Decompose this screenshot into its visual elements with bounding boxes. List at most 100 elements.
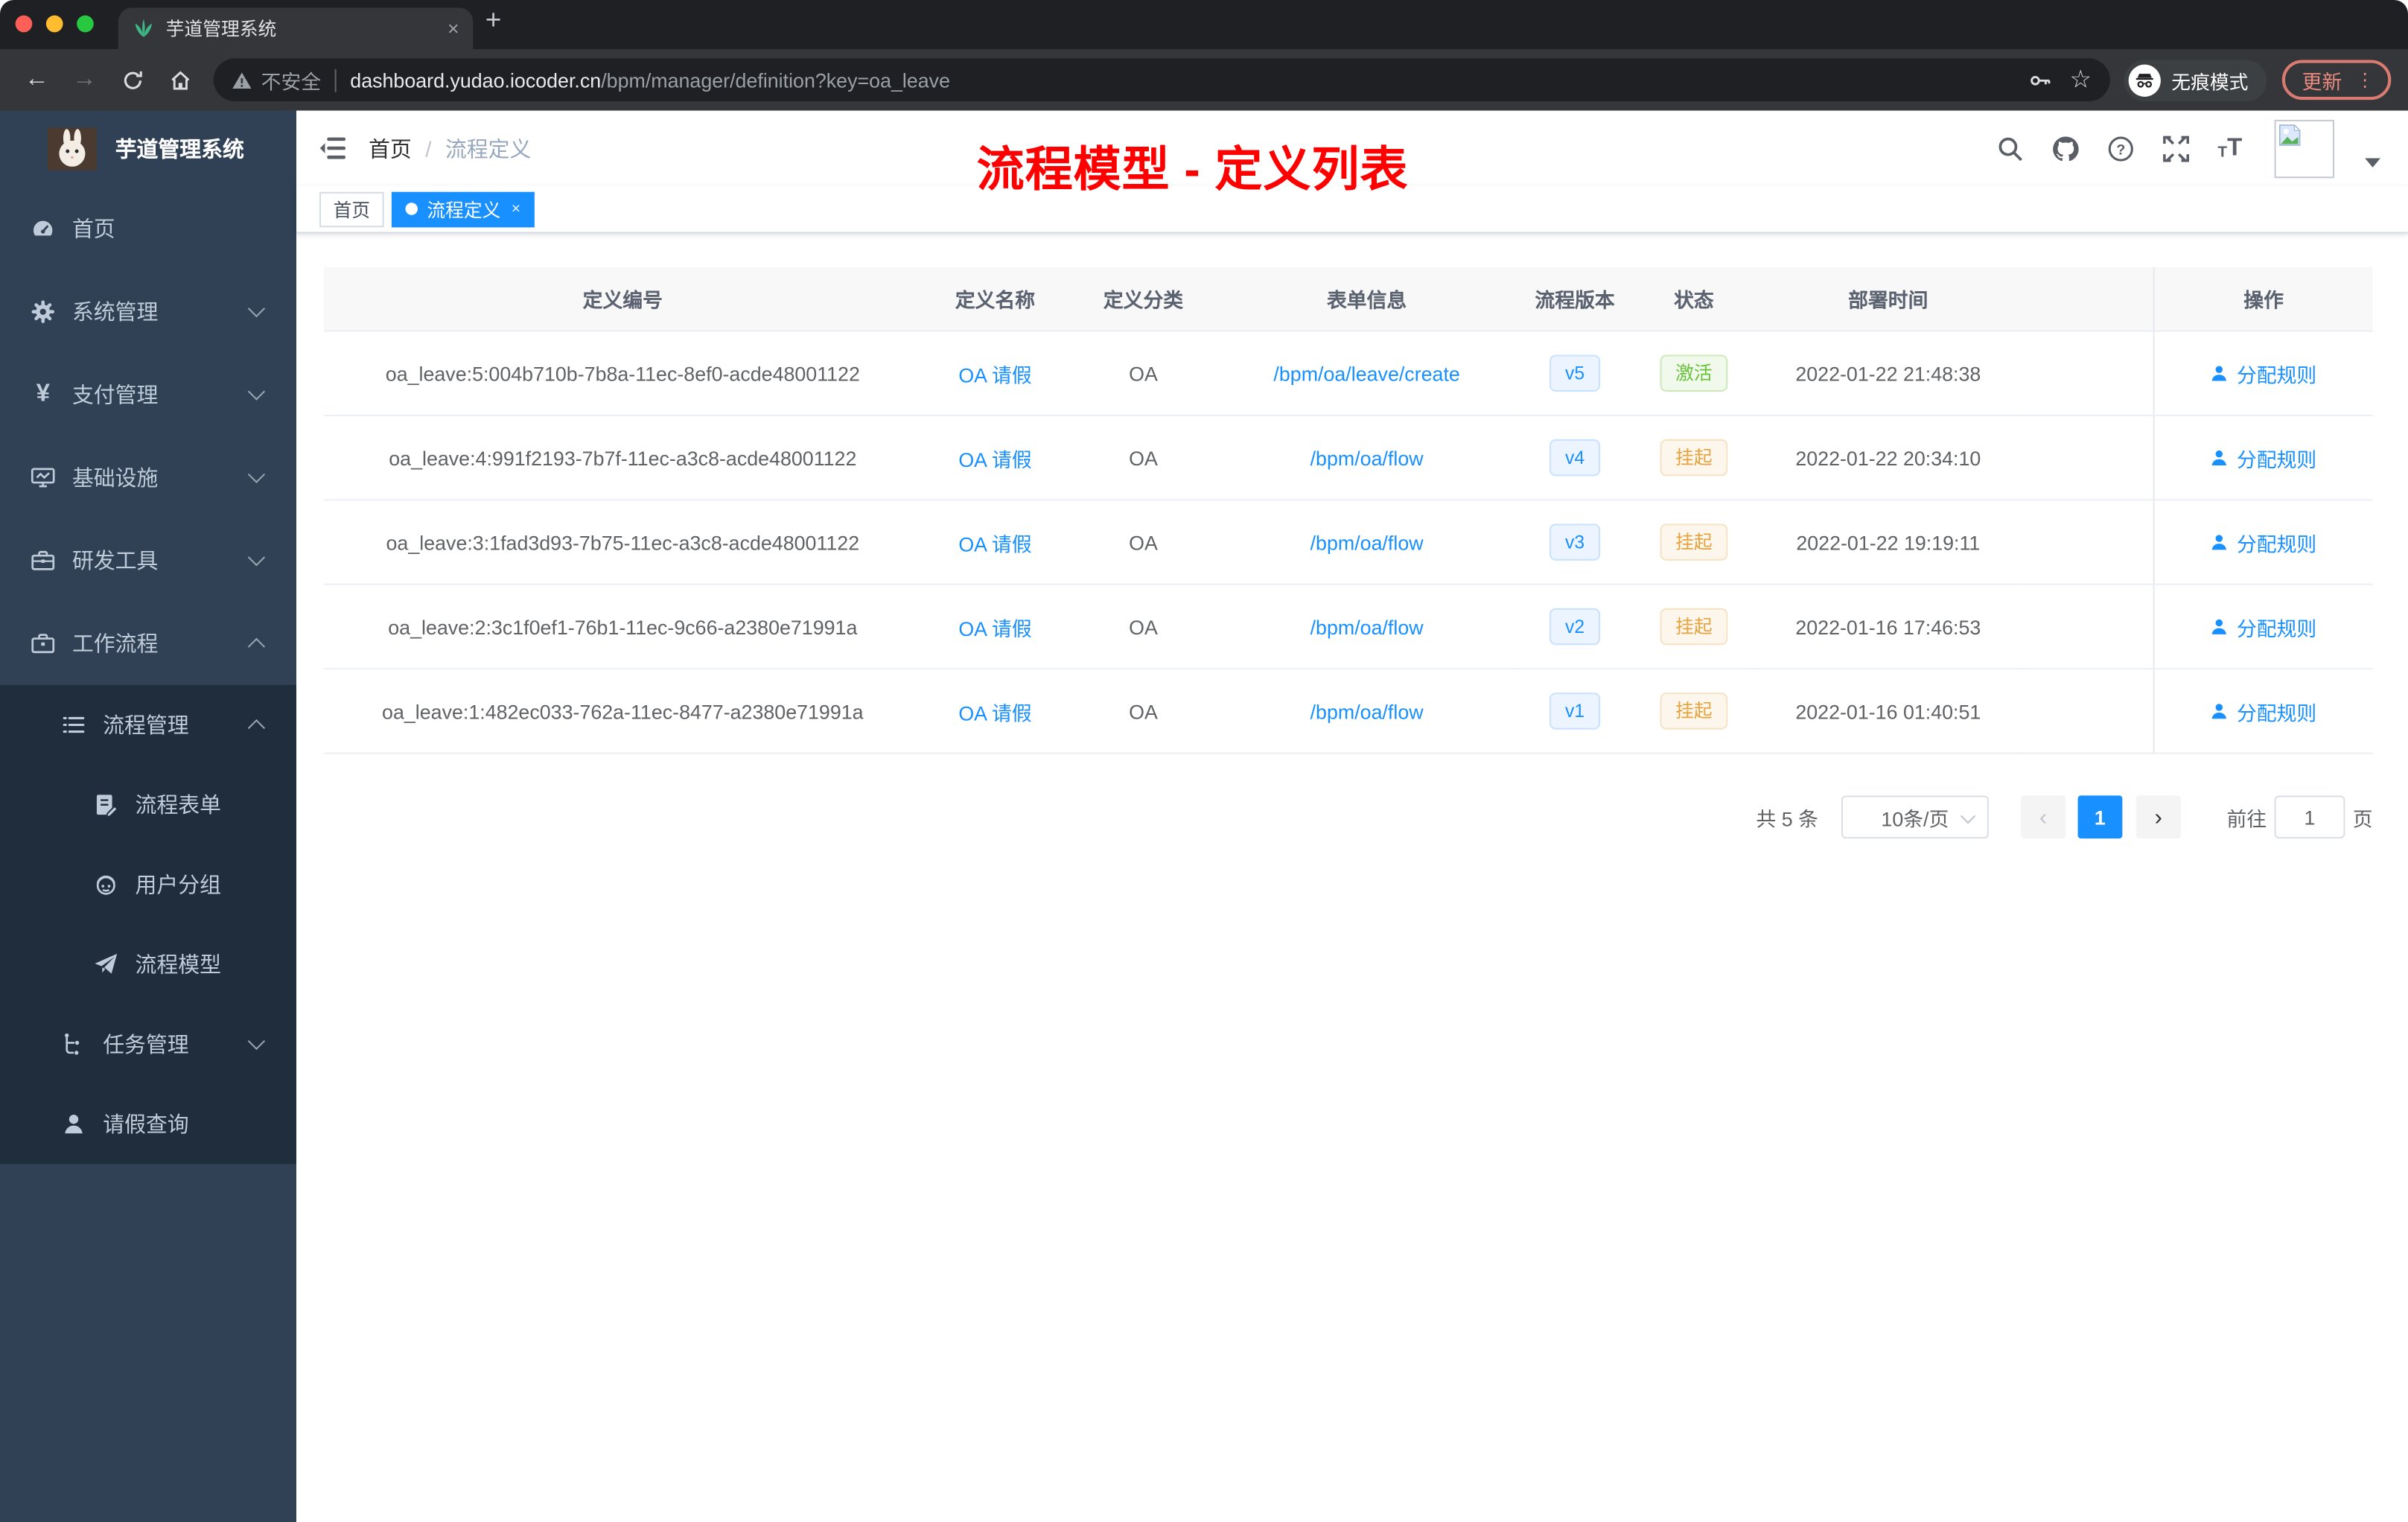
url-path: /bpm/manager/definition?key=oa_leave (601, 68, 951, 92)
tag-process-definition[interactable]: 流程定义 × (391, 191, 535, 227)
table-row: oa_leave:2:3c1f0ef1-76b1-11ec-9c66-a2380… (324, 585, 2373, 670)
navbar-actions: ? TT (1996, 118, 2380, 178)
reload-button[interactable] (112, 60, 153, 100)
bookmark-star-icon[interactable]: ☆ (2069, 65, 2092, 95)
tag-home[interactable]: 首页 (319, 191, 384, 227)
security-label: 不安全 (261, 69, 322, 93)
help-icon[interactable]: ? (2107, 134, 2135, 162)
row-spacer (2022, 500, 2153, 585)
form-link[interactable]: /bpm/oa/flow (1217, 669, 1516, 754)
definition-name-link[interactable]: OA 请假 (921, 500, 1069, 585)
status-badge: 挂起 (1660, 608, 1728, 646)
sidebar-item-system[interactable]: 系统管理 (0, 270, 296, 353)
column-header: 状态 (1634, 267, 1754, 332)
search-icon[interactable] (1996, 134, 2024, 162)
status-badge: 挂起 (1660, 439, 1728, 477)
sidebar-item-dev-tools[interactable]: 研发工具 (0, 519, 296, 602)
definition-name-link[interactable]: OA 请假 (921, 669, 1069, 754)
form-link[interactable]: /bpm/oa/leave/create (1217, 331, 1516, 416)
definition-name-link[interactable]: OA 请假 (921, 415, 1069, 501)
sidebar-item-leave-query[interactable]: 请假查询 (0, 1084, 296, 1164)
tag-close-icon[interactable]: × (512, 200, 520, 217)
browser-update-button[interactable]: 更新 ⋮ (2281, 60, 2392, 101)
sidebar-item-user-group[interactable]: 用户分组 (0, 844, 296, 924)
url-divider (334, 68, 337, 92)
font-size-icon[interactable]: TT (2217, 136, 2242, 161)
assign-rule-link[interactable]: 分配规则 (2211, 359, 2316, 388)
definition-name-link[interactable]: OA 请假 (921, 585, 1069, 670)
definition-name-link[interactable]: OA 请假 (921, 331, 1069, 416)
close-window-button[interactable] (15, 15, 33, 33)
new-tab-button[interactable]: + (485, 4, 502, 36)
assign-rule-label: 分配规则 (2236, 448, 2317, 471)
sidebar-item-label: 支付管理 (71, 382, 159, 407)
browser-tab-strip: 芋道管理系统 × + (0, 0, 2408, 49)
current-page-button[interactable]: 1 (2077, 795, 2123, 839)
definition-category: OA (1068, 415, 1218, 501)
forward-button[interactable]: → (65, 60, 105, 100)
person-icon (62, 1112, 86, 1136)
assign-rule-label: 分配规则 (2236, 617, 2317, 640)
column-header: 部署时间 (1754, 267, 2023, 332)
definition-id: oa_leave:3:1fad3d93-7b75-11ec-a3c8-acde4… (324, 500, 922, 585)
form-link[interactable]: /bpm/oa/flow (1217, 415, 1516, 501)
browser-tab[interactable]: 芋道管理系统 × (118, 7, 474, 49)
row-spacer (2022, 331, 2153, 416)
status-badge: 挂起 (1660, 523, 1728, 561)
fullscreen-icon[interactable] (2162, 134, 2190, 162)
table-body: oa_leave:5:004b710b-7b8a-11ec-8ef0-acde4… (324, 331, 2373, 754)
column-header: 定义编号 (324, 267, 922, 332)
prev-page-button[interactable]: ‹ (2021, 795, 2065, 839)
assign-rule-link[interactable]: 分配规则 (2211, 696, 2316, 725)
sidebar-item-task-management[interactable]: 任务管理 (0, 1004, 296, 1084)
version-tag: v3 (1549, 523, 1600, 561)
sidebar-item-process-management[interactable]: 流程管理 (0, 685, 296, 765)
deploy-time: 2022-01-22 21:48:38 (1754, 331, 2023, 416)
form-link[interactable]: /bpm/oa/flow (1217, 500, 1516, 585)
goto-page-input[interactable] (2274, 795, 2345, 839)
sidebar-item-payment[interactable]: ¥ 支付管理 (0, 353, 296, 436)
user-group-icon (94, 873, 118, 897)
screen: 芋道管理系统 × + ← → 不安全 dashboard.yudao.iocod… (0, 0, 2408, 1522)
column-header: 表单信息 (1217, 267, 1516, 332)
breadcrumb-home[interactable]: 首页 (369, 133, 412, 163)
sidebar-logo-row[interactable]: 芋道管理系统 (0, 111, 296, 188)
table-row: oa_leave:5:004b710b-7b8a-11ec-8ef0-acde4… (324, 331, 2373, 416)
sidebar-item-home[interactable]: 首页 (0, 188, 296, 270)
page-size-select[interactable]: 10条/页 (1841, 795, 1989, 839)
row-spacer (2022, 669, 2153, 754)
tab-close-icon[interactable]: × (447, 17, 459, 40)
hamburger-fold-icon[interactable] (319, 137, 346, 160)
home-button[interactable] (160, 60, 200, 100)
tag-label: 流程定义 (427, 199, 501, 220)
svg-text:?: ? (2117, 141, 2126, 157)
browser-menu-icon[interactable]: ⋮ (2356, 69, 2374, 91)
sidebar-item-infrastructure[interactable]: 基础设施 (0, 436, 296, 519)
breadcrumb-current: 流程定义 (445, 136, 532, 161)
page-size-value: 10条/页 (1881, 806, 1949, 830)
assign-rule-link[interactable]: 分配规则 (2211, 612, 2316, 641)
sidebar-item-label: 任务管理 (103, 1032, 189, 1057)
minimize-window-button[interactable] (45, 15, 63, 33)
yen-icon: ¥ (36, 380, 50, 407)
assign-rule-link[interactable]: 分配规则 (2211, 527, 2316, 556)
sidebar-item-process-form[interactable]: 流程表单 (0, 765, 296, 844)
next-page-button[interactable]: › (2135, 795, 2181, 839)
deploy-time: 2022-01-22 20:34:10 (1754, 415, 2023, 501)
url-bar[interactable]: 不安全 dashboard.yudao.iocoder.cn /bpm/mana… (213, 58, 2110, 102)
user-icon (2212, 535, 2228, 550)
definition-category: OA (1068, 500, 1218, 585)
password-key-icon[interactable] (2028, 69, 2051, 92)
avatar[interactable] (2274, 118, 2334, 178)
definition-id: oa_leave:2:3c1f0ef1-76b1-11ec-9c66-a2380… (324, 585, 922, 670)
maximize-window-button[interactable] (77, 15, 94, 33)
github-icon[interactable] (2052, 134, 2080, 162)
sidebar-item-workflow[interactable]: 工作流程 (0, 602, 296, 685)
sidebar-item-process-model[interactable]: 流程模型 (0, 925, 296, 1004)
assign-rule-link[interactable]: 分配规则 (2211, 443, 2316, 472)
avatar-dropdown-caret-icon[interactable] (2365, 157, 2380, 167)
form-link[interactable]: /bpm/oa/flow (1217, 585, 1516, 670)
table-row: oa_leave:3:1fad3d93-7b75-11ec-a3c8-acde4… (324, 500, 2373, 585)
sidebar-item-label: 用户分组 (135, 872, 222, 897)
back-button[interactable]: ← (17, 60, 57, 100)
